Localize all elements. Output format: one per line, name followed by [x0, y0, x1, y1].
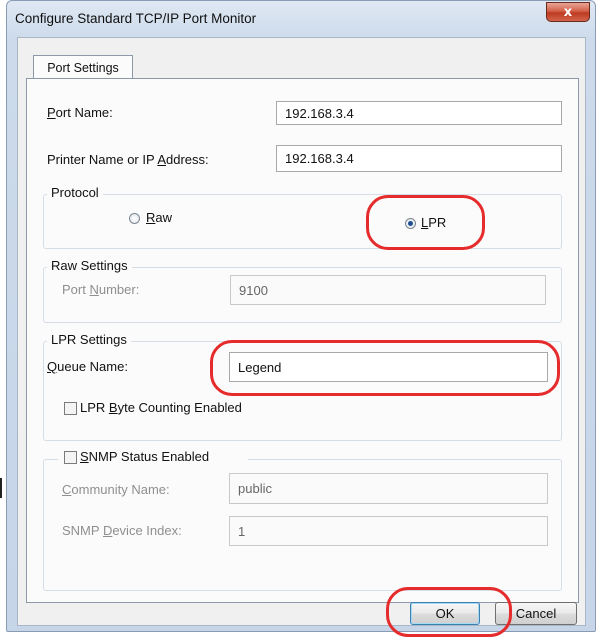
- printer-address-label: Printer Name or IP Address:: [47, 152, 209, 167]
- device-index-input[interactable]: 1: [229, 516, 548, 546]
- dialog-window: Configure Standard TCP/IP Port Monitor x…: [6, 0, 596, 632]
- tab-port-settings[interactable]: Port Settings: [33, 55, 133, 79]
- port-number-input[interactable]: 9100: [230, 275, 546, 305]
- dialog-client-area: Port Settings Port Name: 192.168.3.4 Pri…: [17, 37, 586, 626]
- lpr-highlight-callout: [366, 195, 485, 250]
- raw-settings-legend: Raw Settings: [47, 258, 132, 273]
- window-title: Configure Standard TCP/IP Port Monitor: [15, 11, 257, 26]
- snmp-status-checkbox[interactable]: [64, 451, 77, 464]
- title-bar[interactable]: Configure Standard TCP/IP Port Monitor: [7, 1, 595, 39]
- queue-name-highlight-callout: [210, 340, 560, 396]
- protocol-legend: Protocol: [47, 185, 103, 200]
- queue-name-label: Queue Name:: [47, 359, 128, 374]
- port-number-label: Port Number:: [62, 282, 140, 297]
- ok-highlight-callout: [386, 587, 512, 637]
- community-name-input[interactable]: public: [229, 473, 548, 504]
- close-icon: x: [563, 4, 573, 20]
- device-index-label: SNMP Device Index:: [62, 523, 182, 538]
- page-edge-mark: [0, 478, 2, 498]
- port-name-label: Port Name:: [47, 105, 113, 120]
- lpr-byte-counting-checkbox[interactable]: [64, 402, 77, 415]
- lpr-byte-counting-label[interactable]: LPR Byte Counting Enabled: [80, 400, 242, 415]
- printer-address-input[interactable]: 192.168.3.4: [276, 145, 562, 172]
- tab-label: Port Settings: [47, 60, 119, 75]
- lpr-settings-legend: LPR Settings: [47, 332, 131, 347]
- community-name-label: Community Name:: [62, 482, 170, 497]
- close-button[interactable]: x: [546, 2, 590, 22]
- raw-radio[interactable]: [129, 213, 140, 224]
- raw-radio-label[interactable]: Raw: [146, 210, 172, 225]
- port-name-input[interactable]: 192.168.3.4: [276, 101, 562, 125]
- snmp-status-label[interactable]: SNMP Status Enabled: [80, 449, 209, 464]
